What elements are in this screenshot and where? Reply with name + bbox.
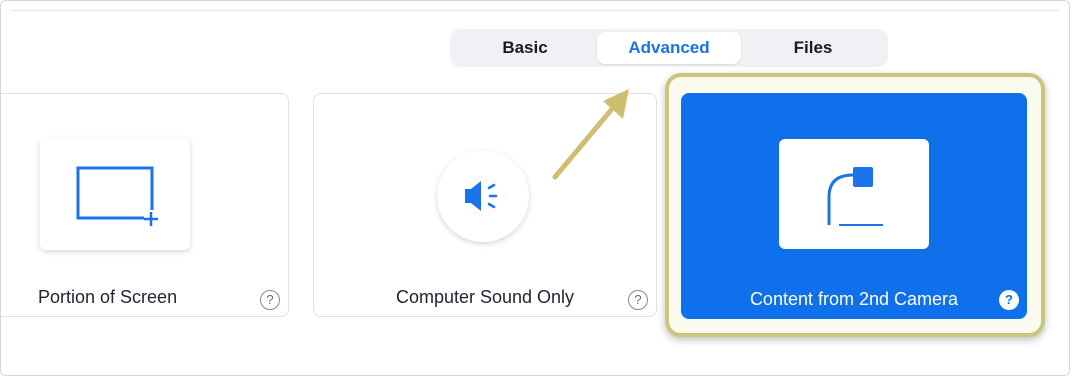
document-camera-icon [827,167,883,226]
option-portion-of-screen[interactable]: Portion of Screen ? [1,93,289,317]
share-screen-panel: Basic Advanced Files Portion of Screen ? [0,0,1070,376]
option-label: Portion of Screen [38,287,178,307]
portion-thumbnail [40,138,190,250]
option-content-from-2nd-camera[interactable]: Content from 2nd Camera ? [681,93,1027,319]
share-tabs: Basic Advanced Files [450,29,888,67]
annotation-arrow [552,89,629,180]
help-icon[interactable]: ? [260,290,280,310]
camera-thumbnail [779,139,929,249]
tab-basic[interactable]: Basic [453,32,597,64]
highlight-frame: Content from 2nd Camera ? [665,73,1045,337]
region-select-icon [76,166,158,226]
option-label: Content from 2nd Camera [749,289,959,309]
speaker-icon [465,181,498,211]
option-label: Computer Sound Only [395,287,575,307]
tab-advanced[interactable]: Advanced [597,32,741,64]
help-icon[interactable]: ? [628,290,648,310]
sound-thumbnail [437,150,529,242]
tab-files[interactable]: Files [741,32,885,64]
divider [11,10,1059,11]
help-icon[interactable]: ? [999,290,1019,310]
